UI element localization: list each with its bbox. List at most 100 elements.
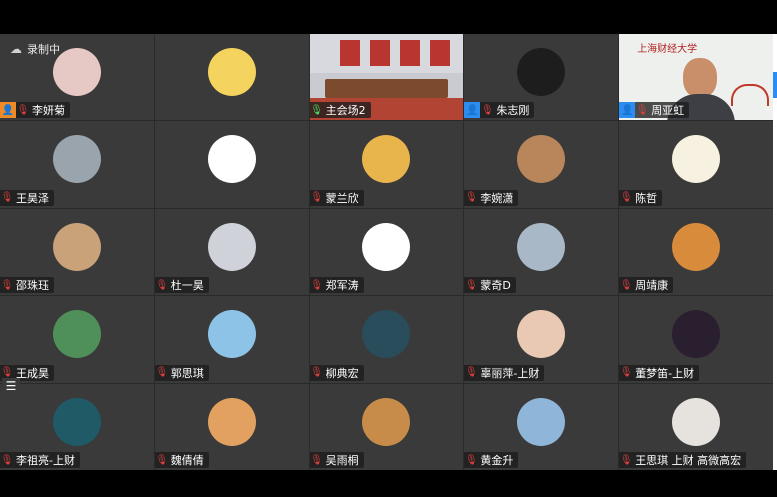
- avatar: [517, 222, 566, 271]
- avatar: [52, 135, 101, 184]
- mic-muted-icon: 🎙: [0, 454, 14, 466]
- participant-name-bar: 🎙 魏倩倩: [154, 452, 209, 468]
- participant-name-bar: 👤 🎙 李妍菊: [0, 102, 70, 119]
- participant-tile[interactable]: 🎙 陈哲: [619, 121, 773, 208]
- participant-tile[interactable]: 🎙 吴雨桐: [309, 383, 464, 470]
- participant-name: 邵珠珏: [16, 279, 49, 293]
- avatar: [517, 310, 566, 359]
- participant-name-bar: 🎙 主会场2: [309, 102, 371, 119]
- participant-tile[interactable]: [154, 121, 309, 208]
- university-logo: 上海财经大学: [637, 44, 698, 55]
- menu-icon[interactable]: ☰: [2, 378, 20, 394]
- mic-muted-icon: 🎙: [465, 192, 478, 204]
- avatar: [672, 135, 721, 184]
- participant-name: 王昊泽: [16, 191, 49, 205]
- participant-gallery: 👤 🎙 李妍菊 🎙 主会场2 👤 🎙 朱志刚 上海财经大学 👤 🎙 周亚虹 🎙 王昊泽 🎙 蒙兰欣 🎙 李婉潇 🎙 陈…: [0, 34, 773, 470]
- participant-name-bar: 🎙 吴雨桐: [309, 452, 364, 468]
- participant-tile[interactable]: 🎙 郑军涛: [309, 208, 464, 296]
- participant-tile[interactable]: 🎙 李婉潇: [464, 121, 619, 208]
- participant-tile[interactable]: 🎙 杜一昊: [154, 208, 309, 296]
- participant-tile[interactable]: 🎙 王昊泽: [0, 121, 154, 208]
- participant-name: 柳典宏: [325, 366, 359, 380]
- side-panel-tab[interactable]: [773, 72, 777, 98]
- participant-name: 黄金升: [480, 454, 514, 467]
- mic-muted-icon: 🎙: [310, 279, 323, 291]
- bottom-toolbar: [0, 470, 777, 497]
- participant-tile[interactable]: 🎙 黄金升: [464, 383, 619, 470]
- participant-tile[interactable]: 🎙 董梦笛-上财: [619, 296, 773, 383]
- participant-name: 主会场2: [325, 104, 366, 118]
- participant-name: 李祖亮-上财: [16, 454, 75, 467]
- participant-name: 李婉潇: [480, 191, 514, 205]
- participant-tile[interactable]: 🎙 周靖康: [619, 208, 773, 296]
- mic-muted-icon: 🎙: [310, 454, 323, 466]
- participant-name: 吴雨桐: [325, 454, 359, 467]
- participant-tile[interactable]: 🎙 王成昊: [0, 296, 154, 383]
- participant-name-bar: 🎙 杜一昊: [154, 277, 209, 294]
- recording-label: 录制中: [27, 43, 60, 56]
- avatar: [672, 310, 721, 359]
- top-toolbar: [0, 0, 777, 34]
- participant-tile[interactable]: 👤 🎙 朱志刚: [464, 34, 619, 121]
- participant-tile[interactable]: [154, 34, 309, 121]
- avatar: [672, 222, 721, 271]
- mic-muted-icon: 🎙: [155, 279, 169, 291]
- avatar: [672, 397, 721, 446]
- participant-tile[interactable]: 🎙 魏倩倩: [154, 383, 309, 470]
- recording-indicator[interactable]: ☁ 录制中: [10, 42, 60, 56]
- participant-name: 周靖康: [635, 279, 669, 293]
- mic-muted-icon: 🎙: [0, 279, 14, 291]
- participant-tile[interactable]: 🎙 李祖亮-上财: [0, 383, 154, 470]
- participant-tile[interactable]: 上海财经大学 👤 🎙 周亚虹: [619, 34, 773, 121]
- participant-name: 陈哲: [635, 191, 658, 205]
- participant-tile[interactable]: 🎙 主会场2: [309, 34, 464, 121]
- mic-muted-icon: 🎙: [310, 367, 323, 379]
- participant-name-bar: 🎙 王昊泽: [0, 189, 54, 206]
- participant-name-bar: 🎙 郑军涛: [309, 277, 364, 294]
- participant-tile[interactable]: 🎙 王思琪 上财 高微高宏: [619, 383, 773, 470]
- person-icon: 👤: [619, 102, 636, 119]
- participant-tile[interactable]: 🎙 柳典宏: [309, 296, 464, 383]
- participant-name: 郑军涛: [325, 279, 359, 293]
- mic-muted-icon: 🎙: [619, 454, 633, 466]
- person-icon: 👤: [464, 102, 481, 119]
- participant-tile[interactable]: 🎙 郭思琪: [154, 296, 309, 383]
- side-panel-edge: [773, 34, 777, 470]
- participant-name: 王思琪 上财 高微高宏: [635, 454, 742, 467]
- mic-muted-icon: 🎙: [0, 192, 14, 204]
- avatar: [207, 397, 256, 446]
- participant-name: 郭思琪: [170, 366, 204, 380]
- mic-muted-icon: 🎙: [465, 367, 478, 379]
- mic-muted-icon: 🎙: [619, 279, 633, 291]
- mic-muted-icon: 🎙: [465, 279, 478, 291]
- avatar: [207, 222, 256, 271]
- mic-muted-icon: 🎙: [310, 192, 323, 204]
- participant-name-bar: 🎙 董梦笛-上财: [619, 364, 700, 381]
- participant-name-bar: 🎙 陈哲: [619, 189, 663, 206]
- participant-name-bar: 🎙 周靖康: [619, 277, 674, 294]
- participant-name: 周亚虹: [651, 104, 685, 118]
- participant-tile[interactable]: 🎙 邵珠珏: [0, 208, 154, 296]
- participant-name: 蒙奇D: [480, 279, 511, 293]
- participant-name-bar: 👤 🎙 朱志刚: [464, 102, 535, 119]
- mic-muted-icon: 🎙: [619, 192, 633, 204]
- participant-tile[interactable]: 🎙 蒙兰欣: [309, 121, 464, 208]
- participant-name-bar: 🎙 黄金升: [464, 452, 519, 468]
- mic-muted-icon: 🎙: [155, 367, 169, 379]
- participant-name-bar: 🎙 柳典宏: [309, 364, 364, 381]
- avatar: [207, 135, 256, 184]
- avatar: [362, 310, 411, 359]
- avatar: [52, 48, 101, 96]
- avatar: [362, 222, 411, 271]
- mic-muted-icon: 🎙: [465, 454, 478, 466]
- mic-muted-icon: 🎙: [155, 454, 169, 466]
- mic-muted-icon: 🎙: [16, 104, 30, 116]
- avatar: [52, 397, 101, 446]
- participant-name: 朱志刚: [496, 104, 530, 118]
- avatar: [517, 397, 566, 446]
- participant-tile[interactable]: 🎙 辜丽萍-上财: [464, 296, 619, 383]
- participant-tile[interactable]: 🎙 蒙奇D: [464, 208, 619, 296]
- mic-muted-icon: 🎙: [619, 367, 633, 379]
- participant-name: 李妍菊: [32, 104, 65, 118]
- avatar: [517, 135, 566, 184]
